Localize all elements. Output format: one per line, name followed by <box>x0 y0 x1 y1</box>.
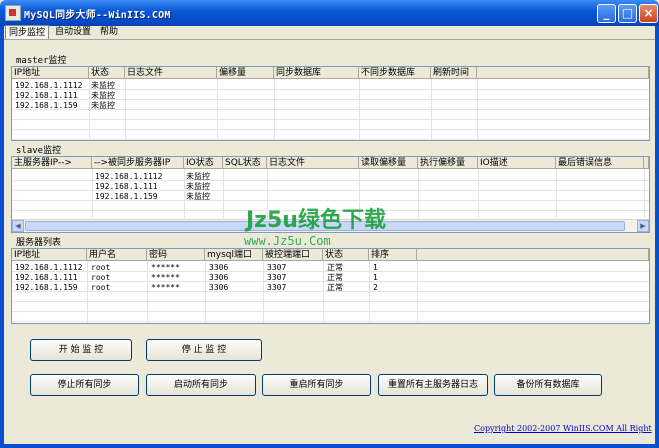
master-status: 未监控 <box>91 91 115 100</box>
master-col-nosync-db[interactable]: 不同步数据库 <box>359 67 431 79</box>
slave-group-label: slave监控 <box>16 143 64 156</box>
server-mysql-port: 3306 <box>209 273 229 282</box>
reset-master-logs-button[interactable]: 重置所有主服务器日志 <box>378 374 488 396</box>
grid-line <box>12 301 649 312</box>
tab-divider <box>4 39 655 40</box>
slave-col-read-offset[interactable]: 读取偏移量 <box>359 157 418 169</box>
window-title: MySQL同步大师--WinIIS.COM <box>24 10 171 21</box>
window-frame-right <box>655 26 659 448</box>
stop-all-sync-button[interactable]: 停止所有同步 <box>30 374 139 396</box>
server-ip: 192.168.1.159 <box>15 283 78 292</box>
grid-line <box>12 119 649 130</box>
server-user: root <box>91 283 111 292</box>
close-button[interactable]: × <box>639 4 658 23</box>
grid-line <box>12 129 649 140</box>
slave-io-status: 未监控 <box>186 182 210 191</box>
server-status: 正常 <box>327 283 343 292</box>
slave-col-logfile[interactable]: 日志文件 <box>267 157 359 169</box>
slave-col-master-ip[interactable]: 主服务器IP--> <box>12 157 92 169</box>
slave-col-filler <box>644 157 649 169</box>
master-col-offset[interactable]: 偏移量 <box>217 67 274 79</box>
server-order: 1 <box>373 273 378 282</box>
servers-col-mysql-port[interactable]: mysql端口 <box>205 249 263 261</box>
master-ip: 192.168.1.159 <box>15 101 78 110</box>
master-group-label: master监控 <box>16 53 69 66</box>
watermark-logo: Jz5u绿色下载 <box>246 208 386 233</box>
scroll-left-icon[interactable]: ◀ <box>12 220 24 232</box>
master-col-status[interactable]: 状态 <box>89 67 125 79</box>
master-status: 未监控 <box>91 101 115 110</box>
app-icon <box>5 5 21 21</box>
server-user: root <box>91 263 111 272</box>
master-col-refresh[interactable]: 刷新时间 <box>431 67 477 79</box>
minimize-button[interactable]: _ <box>597 4 616 23</box>
master-table[interactable]: IP地址 状态 日志文件 偏移量 同步数据库 不同步数据库 刷新时间 192.1… <box>11 66 650 141</box>
slave-col-sql-status[interactable]: SQL状态 <box>223 157 267 169</box>
watermark-url: www.Jz5u.Com <box>244 234 331 248</box>
master-status: 未监控 <box>91 81 115 90</box>
slave-io-status: 未监控 <box>186 172 210 181</box>
title-bar: MySQL同步大师--WinIIS.COM _ □ × <box>0 0 659 26</box>
master-ip: 192.168.1.1112 <box>15 81 83 90</box>
maximize-button[interactable]: □ <box>618 4 637 23</box>
server-ip: 192.168.1.111 <box>15 273 78 282</box>
window-frame-bottom <box>0 444 659 448</box>
server-password: ****** <box>151 263 180 272</box>
server-mysql-port: 3306 <box>209 263 229 272</box>
server-agent-port: 3307 <box>267 263 287 272</box>
server-order: 2 <box>373 283 378 292</box>
server-agent-port: 3307 <box>267 283 287 292</box>
slave-ip: 192.168.1.1112 <box>95 172 163 181</box>
server-ip: 192.168.1.1112 <box>15 263 83 272</box>
slave-col-slave-ip[interactable]: -->被同步服务器IP <box>92 157 184 169</box>
copyright-link[interactable]: Copyright 2002-2007 WinIIS.COM All Right <box>474 424 652 433</box>
master-ip: 192.168.1.111 <box>15 91 78 100</box>
server-user: root <box>91 273 111 282</box>
servers-group-label: 服务器列表 <box>16 235 64 248</box>
slave-col-io-status[interactable]: IO状态 <box>184 157 223 169</box>
servers-col-agent-port[interactable]: 被控端端口 <box>263 249 323 261</box>
restart-all-sync-button[interactable]: 重启所有同步 <box>262 374 371 396</box>
backup-all-db-button[interactable]: 备份所有数据库 <box>494 374 602 396</box>
server-mysql-port: 3306 <box>209 283 229 292</box>
server-password: ****** <box>151 283 180 292</box>
slave-ip: 192.168.1.111 <box>95 182 158 191</box>
servers-col-user[interactable]: 用户名 <box>87 249 147 261</box>
stop-monitor-button[interactable]: 停 止 监 控 <box>146 339 262 361</box>
servers-col-filler <box>417 249 649 261</box>
master-col-logfile[interactable]: 日志文件 <box>125 67 217 79</box>
start-monitor-button[interactable]: 开 始 监 控 <box>30 339 132 361</box>
master-col-ip[interactable]: IP地址 <box>12 67 89 79</box>
server-order: 1 <box>373 263 378 272</box>
window-frame-left <box>0 26 4 448</box>
tab-auto-settings[interactable]: 自动设置 <box>52 25 94 39</box>
grid-line <box>12 311 649 322</box>
master-col-sync-db[interactable]: 同步数据库 <box>274 67 359 79</box>
server-status: 正常 <box>327 263 343 272</box>
tab-help[interactable]: 帮助 <box>97 25 121 39</box>
slave-col-last-error[interactable]: 最后错误信息 <box>556 157 644 169</box>
servers-table[interactable]: IP地址 用户名 密码 mysql端口 被控端端口 状态 排序 192.168.… <box>11 248 650 324</box>
tab-sync-monitor[interactable]: 同步监控 <box>5 25 50 40</box>
slave-col-io-desc[interactable]: IO描述 <box>478 157 556 169</box>
slave-ip: 192.168.1.159 <box>95 192 158 201</box>
servers-col-status[interactable]: 状态 <box>323 249 369 261</box>
servers-col-ip[interactable]: IP地址 <box>12 249 87 261</box>
server-agent-port: 3307 <box>267 273 287 282</box>
slave-col-exec-offset[interactable]: 执行偏移量 <box>418 157 478 169</box>
slave-io-status: 未监控 <box>186 192 210 201</box>
servers-col-order[interactable]: 排序 <box>369 249 417 261</box>
master-col-filler <box>477 67 649 79</box>
server-status: 正常 <box>327 273 343 282</box>
start-all-sync-button[interactable]: 启动所有同步 <box>146 374 256 396</box>
scroll-right-icon[interactable]: ▶ <box>637 220 649 232</box>
server-password: ****** <box>151 273 180 282</box>
servers-col-password[interactable]: 密码 <box>147 249 205 261</box>
